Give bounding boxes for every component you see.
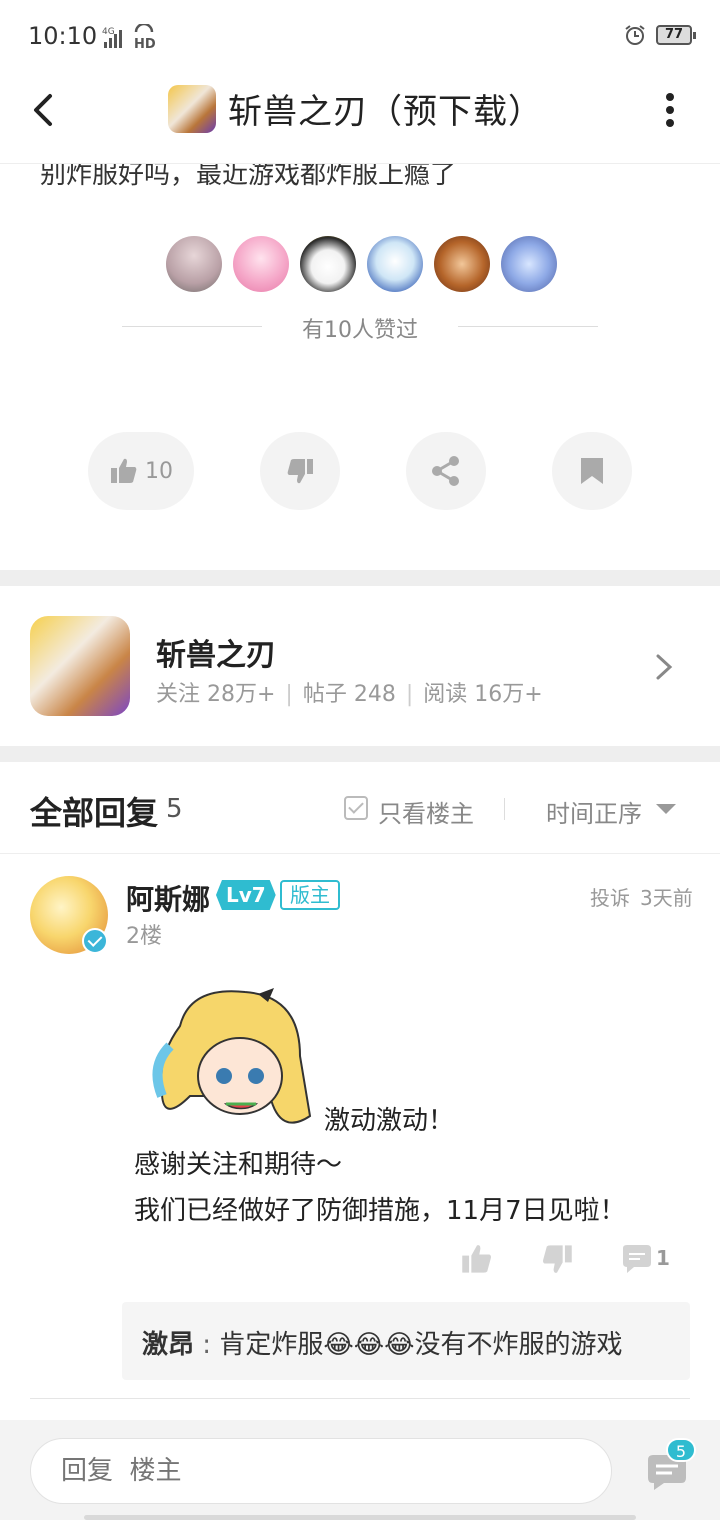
comment-line: 我们已经做好了防御措施，11月7日见啦！	[134, 1196, 626, 1226]
bookmark-icon	[581, 458, 603, 484]
alarm-icon	[625, 25, 645, 45]
comment-author[interactable]: 阿斯娜	[126, 878, 210, 918]
replies-count: 5	[166, 794, 183, 824]
forum-card[interactable]: 斩兽之刃 关注 28万+ | 帖子 248 | 阅读 16万+	[0, 588, 720, 748]
comment-icon[interactable]	[620, 1242, 654, 1276]
comment-line: 激动激动！	[324, 1106, 455, 1136]
comment-line: 感谢关注和期待～	[134, 1150, 343, 1180]
sub-reply-colon: :	[194, 1330, 220, 1360]
only-op-checkbox[interactable]	[344, 796, 368, 820]
verified-icon	[82, 928, 108, 954]
share-icon	[432, 456, 459, 486]
reply-input[interactable]	[30, 1438, 612, 1504]
section-divider	[0, 570, 720, 586]
sort-order[interactable]: 时间正序	[546, 794, 642, 829]
sticker-image	[152, 988, 312, 1124]
replies-title: 全部回复	[30, 794, 159, 832]
filter-separator	[504, 798, 505, 820]
sub-reply[interactable]: 激昂 : 肯定炸服😂😂😂没有不炸服的游戏	[122, 1302, 690, 1380]
share-button[interactable]	[406, 432, 486, 510]
like-count: 10	[145, 458, 173, 484]
liker-avatar[interactable]	[300, 236, 356, 292]
bottom-bar: 5	[0, 1420, 720, 1520]
level-badge: Lv7	[216, 880, 276, 910]
top-nav: 斩兽之刃（预下载）	[0, 72, 720, 164]
thumbs-down-icon	[287, 459, 313, 484]
liker-avatar[interactable]	[367, 236, 423, 292]
chevron-right-icon	[656, 654, 673, 680]
header-title-group: 斩兽之刃（预下载）	[168, 84, 543, 133]
comment-divider	[30, 1398, 690, 1399]
forum-posts: 帖子 248	[302, 682, 396, 707]
back-icon[interactable]	[24, 90, 64, 130]
game-icon	[168, 84, 216, 133]
forum-follow: 关注 28万+	[156, 682, 276, 707]
comment-actions: 1	[0, 1242, 720, 1282]
role-badge: 版主	[280, 880, 340, 910]
report-link[interactable]: 投诉	[590, 882, 630, 911]
floor-number: 2楼	[126, 924, 162, 949]
status-right: 77	[624, 24, 696, 46]
liker-avatar[interactable]	[233, 236, 289, 292]
replies-header: 全部回复 5 只看楼主 时间正序	[0, 764, 720, 854]
forum-name: 斩兽之刃	[156, 638, 276, 673]
only-op-label[interactable]: 只看楼主	[378, 794, 474, 829]
sub-reply-text: 肯定炸服😂😂😂没有不炸服的游戏	[219, 1330, 623, 1360]
liker-avatar[interactable]	[501, 236, 557, 292]
dislike-button[interactable]	[260, 432, 340, 510]
section-divider	[0, 746, 720, 762]
home-indicator[interactable]	[84, 1515, 636, 1520]
comment-item: 阿斯娜 Lv7 版主 2楼 投诉 3天前 激动激动！ 感谢关注和期待～ 我们已经…	[0, 856, 720, 1416]
network-label: 4G	[102, 27, 115, 37]
more-icon[interactable]	[664, 92, 676, 128]
screen: 10:10 4G HD 77 斩兽之刃（预下载） 别炸服好吗，最近游戏都炸服上瘾…	[0, 0, 720, 1520]
signal-icon: 4G HD	[102, 24, 156, 50]
forum-stats: 关注 28万+ | 帖子 248 | 阅读 16万+	[156, 682, 543, 707]
bookmark-button[interactable]	[552, 432, 632, 510]
likes-text: 有10人赞过	[302, 318, 418, 343]
thumbs-up-icon[interactable]	[460, 1242, 494, 1276]
liker-avatar[interactable]	[166, 236, 222, 292]
page-title: 斩兽之刃（预下载）	[228, 92, 543, 132]
likes-summary: 有10人赞过	[122, 312, 598, 343]
hd-label: HD	[134, 37, 156, 50]
thumbs-up-icon	[111, 458, 137, 483]
liker-avatar[interactable]	[434, 236, 490, 292]
battery-indicator: 77	[656, 25, 696, 45]
comments-badge: 5	[666, 1438, 696, 1462]
forum-icon	[30, 616, 130, 716]
status-time: 10:10	[28, 22, 98, 50]
comment-count: 1	[656, 1246, 670, 1270]
status-bar: 10:10 4G HD 77	[0, 0, 720, 72]
sub-reply-author[interactable]: 激昂	[142, 1330, 194, 1360]
forum-reads: 阅读 16万+	[423, 682, 543, 707]
thumbs-down-icon[interactable]	[540, 1242, 574, 1276]
like-button[interactable]: 10	[88, 432, 194, 510]
likes-line-right	[458, 326, 598, 327]
comment-time: 3天前	[640, 886, 693, 910]
post-actions: 10	[0, 432, 720, 512]
liker-avatars[interactable]	[166, 236, 557, 292]
caret-down-icon[interactable]	[656, 804, 676, 814]
